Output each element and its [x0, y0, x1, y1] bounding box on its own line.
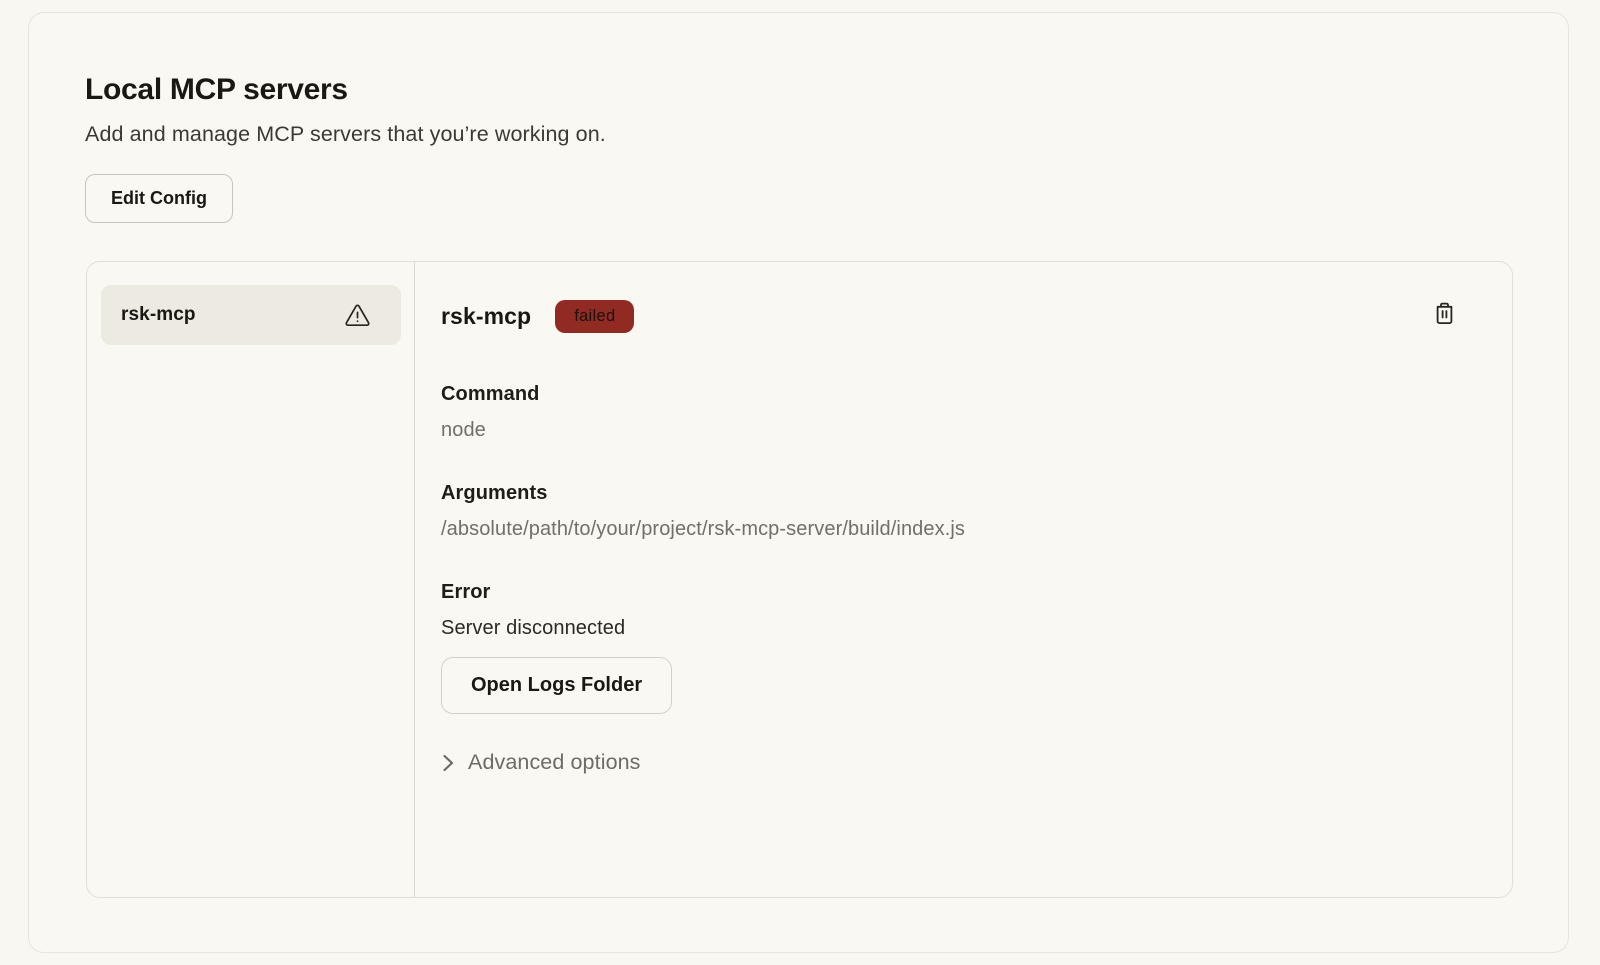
arguments-section: Arguments /absolute/path/to/your/project… [441, 482, 1472, 541]
error-label: Error [441, 581, 1472, 604]
command-value: node [441, 419, 1472, 442]
server-list-item-name: rsk-mcp [121, 304, 196, 326]
warning-triangle-icon [344, 303, 371, 328]
page-header: Local MCP servers Add and manage MCP ser… [85, 73, 606, 223]
delete-server-button[interactable] [1431, 298, 1458, 331]
server-detail: rsk-mcp failed Command node Arg [415, 262, 1512, 897]
server-list-item-rsk-mcp[interactable]: rsk-mcp [101, 285, 401, 345]
page-subtitle: Add and manage MCP servers that you’re w… [85, 122, 606, 147]
arguments-label: Arguments [441, 482, 1472, 505]
open-logs-folder-button[interactable]: Open Logs Folder [441, 657, 672, 714]
local-mcp-settings-card: Local MCP servers Add and manage MCP ser… [28, 12, 1569, 953]
server-detail-name: rsk-mcp [441, 303, 531, 330]
command-section: Command node [441, 383, 1472, 442]
advanced-options-label: Advanced options [468, 750, 641, 775]
error-value: Server disconnected [441, 617, 1472, 640]
server-detail-heading: rsk-mcp failed [441, 300, 1472, 333]
error-section: Error Server disconnected Open Logs Fold… [441, 581, 1472, 714]
command-label: Command [441, 383, 1472, 406]
mcp-servers-panel: rsk-mcp rsk-mcp failed [86, 261, 1513, 898]
chevron-right-icon [441, 752, 455, 774]
server-list-sidebar: rsk-mcp [87, 262, 415, 897]
status-badge: failed [555, 300, 634, 333]
edit-config-button[interactable]: Edit Config [85, 174, 233, 223]
advanced-options-toggle[interactable]: Advanced options [441, 750, 641, 775]
trash-icon [1433, 300, 1456, 326]
page-title: Local MCP servers [85, 73, 606, 107]
arguments-value: /absolute/path/to/your/project/rsk-mcp-s… [441, 518, 1472, 541]
